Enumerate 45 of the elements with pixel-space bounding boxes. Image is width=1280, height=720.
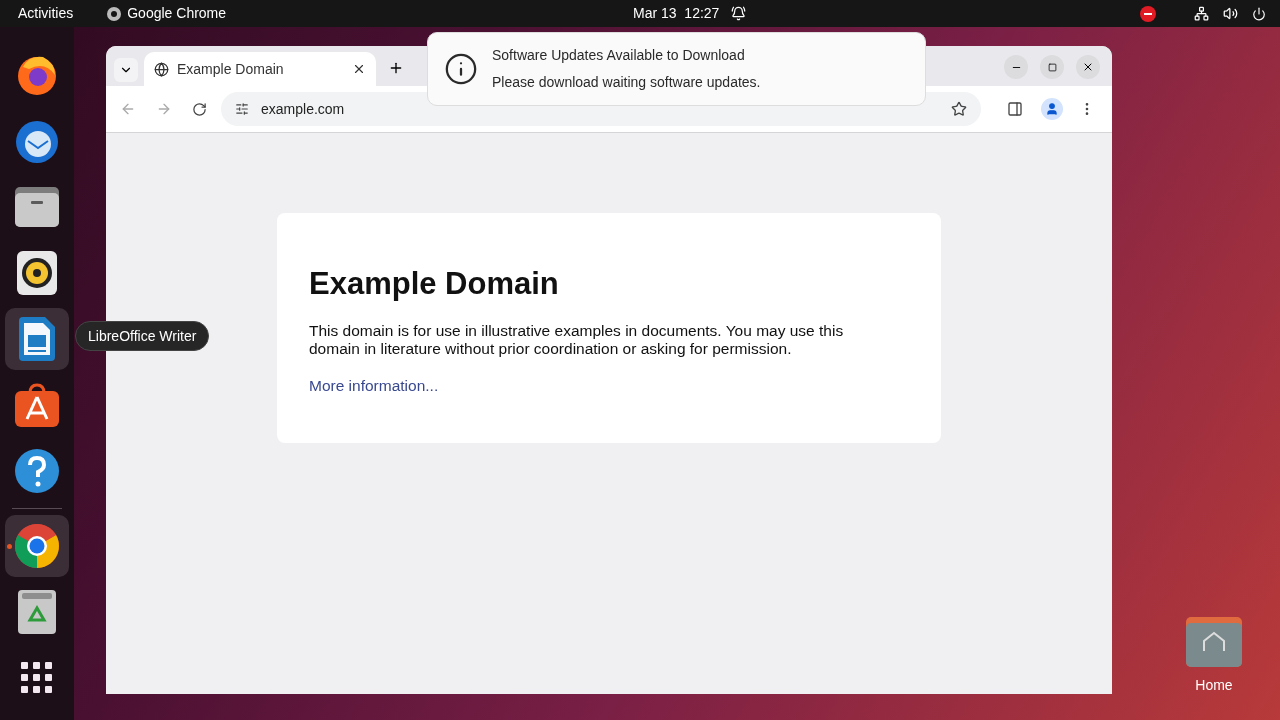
close-icon <box>1082 61 1094 73</box>
app-grid-icon <box>21 662 53 694</box>
page-paragraph: This domain is for use in illustrative examples in documents. You may use this domain in literature without prior coordination or asking for permission. <box>309 321 845 358</box>
home-folder-icon[interactable] <box>1186 617 1242 667</box>
tab-title: Example Domain <box>177 59 285 79</box>
clock[interactable]: Mar 13 12:27 <box>633 3 720 24</box>
notification-title: Software Updates Available to Download <box>492 46 746 65</box>
close-tab-icon[interactable] <box>352 62 366 76</box>
page-heading: Example Domain <box>309 265 560 303</box>
notification-bell-icon <box>731 6 747 21</box>
profile-avatar[interactable] <box>1041 98 1063 120</box>
shopping-bag-icon <box>15 383 59 427</box>
trash-icon <box>18 590 56 634</box>
browser-tab[interactable]: Example Domain <box>144 52 376 86</box>
more-information-link[interactable]: More information... <box>309 373 439 397</box>
chrome-icon <box>107 6 122 21</box>
app-menu[interactable]: Google Chrome <box>127 3 227 24</box>
globe-icon <box>154 61 169 77</box>
notification-banner[interactable]: Software Updates Available to Download Please download waiting software updates. <box>427 32 926 106</box>
url-text: example.com <box>261 99 346 119</box>
tooltip: LibreOffice Writer <box>75 321 210 351</box>
notification-body: Please download waiting software updates. <box>492 73 761 92</box>
home-folder-label: Home <box>1195 676 1233 695</box>
volume-icon[interactable] <box>1223 6 1238 21</box>
power-icon[interactable] <box>1252 6 1266 21</box>
reload-icon[interactable] <box>192 101 207 117</box>
maximize-button[interactable] <box>1040 55 1064 79</box>
do-not-disturb-icon <box>1140 5 1156 22</box>
chrome-icon <box>14 523 60 569</box>
new-tab-icon[interactable] <box>388 60 404 76</box>
speaker-icon <box>17 251 57 295</box>
dock-item[interactable] <box>5 308 69 370</box>
activities-button[interactable]: Activities <box>18 3 74 24</box>
maximize-icon <box>1047 62 1057 72</box>
tab-search-button[interactable] <box>114 58 138 82</box>
dock-item[interactable] <box>5 515 69 577</box>
help-icon <box>15 449 59 493</box>
site-settings-icon[interactable] <box>235 102 249 116</box>
folder-icon <box>15 187 59 227</box>
close-button[interactable] <box>1076 55 1100 79</box>
network-icon[interactable] <box>1194 6 1209 21</box>
document-icon <box>19 317 55 361</box>
info-icon <box>444 52 478 86</box>
bookmark-star-icon[interactable] <box>951 101 967 117</box>
side-panel-icon[interactable] <box>1007 101 1023 117</box>
